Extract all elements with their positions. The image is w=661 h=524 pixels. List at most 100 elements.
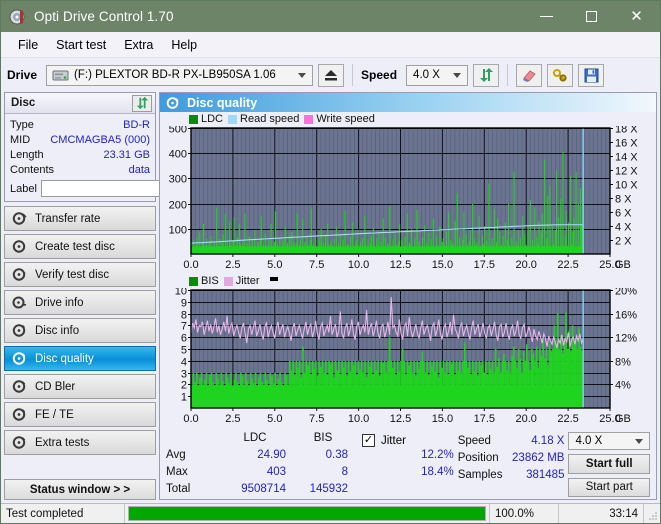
minimize-button[interactable] [524,1,569,32]
disc-row-mid: MID CMCMAGBA5 (000) [10,132,150,147]
stats-corner [166,432,218,449]
legend-label-jitter: Jitter [235,275,260,287]
sidebar: Disc Type BD-R MID CMCMAGBA5 (000) Lengt… [4,92,245,503]
sidebar-item-transfer-rate[interactable]: Transfer rate [4,206,156,231]
svg-text:12 X: 12 X [615,166,638,178]
stats-col-bis: BIS [313,432,333,444]
sidebar-item-extra-tests[interactable]: Extra tests [4,430,156,455]
app-disc-icon [9,8,27,26]
sidebar-item-fe-te[interactable]: FE / TE [4,402,156,427]
speed-stat-label: Speed [457,434,491,447]
legend-read-speed: Read speed [228,113,299,125]
svg-text:3: 3 [181,369,187,381]
disc-row-length: Length 23.31 GB [10,147,150,162]
chevron-down-icon [298,72,307,78]
legend-swatch-ldc [189,114,198,124]
bottom-chart-container: BIS Jitter 1 2 3 4 5 6 7 8 9 10 4% 8% 12% 16% 20% 0.0 2.… [160,274,656,428]
disc-contents-label: Contents [10,163,55,176]
sidebar-item-label: Verify test disc [35,268,110,281]
disc-quality-icon [12,351,27,366]
toolbar-separator [352,64,354,86]
sidebar-item-verify-test-disc[interactable]: Verify test disc [4,262,156,287]
legend-label-ldc: LDC [201,113,224,125]
stats-row-avg-label: Avg [166,449,186,461]
svg-text:5.0: 5.0 [267,413,282,425]
progress-bar [125,504,490,523]
speed-stat-value: 4.18 X [531,434,565,447]
svg-text:2.5: 2.5 [225,413,240,425]
action-buttons: 4.0 X Start full Start part [568,432,650,497]
position-row: Position 23862 MB [458,449,569,466]
disc-refresh-button[interactable] [132,94,152,112]
jitter-header: ✓ Jitter [362,432,458,449]
sidebar-item-label: CD Bler [35,380,76,393]
stats-avg-ldc: 24.90 [257,449,286,461]
test-speed-select[interactable]: 4.0 X [568,432,650,451]
legend-swatch-bis [189,276,198,286]
main-body: Disc Type BD-R MID CMCMAGBA5 (000) Lengt… [1,92,660,503]
extra-tests-icon [12,435,27,450]
menu-help[interactable]: Help [162,35,206,55]
sidebar-item-drive-info[interactable]: Drive info [4,290,156,315]
disc-mid-label: MID [10,133,31,146]
svg-text:100: 100 [169,225,187,237]
start-full-button[interactable]: Start full [568,454,650,474]
svg-text:4%: 4% [615,380,631,392]
sidebar-item-create-test-disc[interactable]: Create test disc [4,234,156,259]
svg-text:6 X: 6 X [615,208,632,220]
stats-row-total-label: Total [166,483,191,495]
sidebar-item-cd-bler[interactable]: CD Bler [4,374,156,399]
close-button[interactable]: ✕ [614,1,659,32]
resize-grip[interactable] [644,504,660,523]
settings-button[interactable] [547,63,574,87]
top-chart-container: LDC Read speed Write speed 100 200 300 400 5… [160,112,656,274]
erase-button[interactable] [516,63,543,87]
menu-start-test[interactable]: Start test [47,35,115,55]
stats-col-ldc: LDC [243,432,267,444]
drive-icon [52,68,69,83]
disc-row-type: Type BD-R [10,117,150,132]
stats-total-ldc: 9508714 [241,483,286,495]
stats-panel: LDC BIS Avg 24.90 0.38 Max 403 8 Total 9… [160,428,656,499]
speed-label: Speed [361,68,398,82]
position-label: Position [457,451,499,464]
drive-select[interactable]: (F:) PLEXTOR BD-R PX-LB950SA 1.06 [46,64,314,86]
refresh-button[interactable] [473,63,500,87]
chevron-down-icon [453,72,462,78]
title-bar: Opti Drive Control 1.70 ✕ [1,1,660,32]
stats-max-ldc: 403 [266,466,286,478]
legend-label-write-speed: Write speed [316,113,375,125]
save-button[interactable] [578,63,605,87]
toolbar-separator [507,64,509,86]
speed-select[interactable]: 4.0 X [406,64,469,86]
legend-label-read-speed: Read speed [240,113,300,125]
svg-text:18 X: 18 X [615,126,638,136]
svg-text:4 X: 4 X [615,222,632,234]
menu-file[interactable]: File [9,35,47,55]
status-window-button[interactable]: Status window > > [4,479,156,500]
chevron-down-icon [635,438,643,444]
jitter-checkbox[interactable]: ✓ [362,434,375,447]
samples-value: 381485 [526,468,565,481]
maximize-button[interactable] [569,1,614,32]
eject-button[interactable] [318,63,345,87]
elapsed-time: 33:14 [559,504,644,523]
svg-text:7.5: 7.5 [309,413,324,425]
svg-text:7: 7 [181,321,187,333]
disc-row-contents: Contents data [10,162,150,177]
top-chart-legend: LDC Read speed Write speed [160,112,656,126]
sidebar-item-label: FE / TE [35,408,74,421]
svg-text:12.5: 12.5 [390,413,411,425]
window-controls: ✕ [524,1,660,32]
sidebar-item-disc-quality[interactable]: Disc quality [4,346,156,371]
sidebar-item-disc-info[interactable]: Disc info [4,318,156,343]
menu-extra[interactable]: Extra [115,35,162,55]
start-part-button[interactable]: Start part [568,477,650,497]
disc-write-icon [12,239,27,254]
window-title: Opti Drive Control 1.70 [34,9,174,24]
disc-label-row: Label [10,180,245,197]
disc-spin-icon [12,211,27,226]
disc-mid-value: CMCMAGBA5 (000) [50,133,150,146]
legend-swatch-jitter [223,276,233,286]
